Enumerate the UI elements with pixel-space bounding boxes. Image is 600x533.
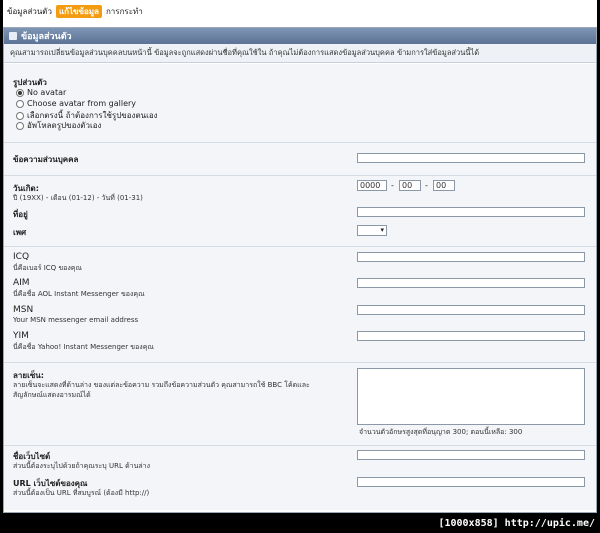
profile-icon — [9, 32, 17, 40]
signature-counter: จำนวนตัวอักษรสูงสุดที่อนุญาต 300; ตอนนี้… — [359, 428, 523, 436]
yim-hint: นี่คือชื่อ Yahoo! Instant Messenger ของค… — [13, 343, 154, 351]
date-separator: - — [425, 181, 428, 190]
messenger-section: ICQ นี่คือเบอร์ ICQ ของคุณ AIM นี่คือชื่… — [4, 247, 596, 363]
signature-textarea[interactable] — [357, 368, 585, 425]
gender-select[interactable]: ▾ — [357, 225, 387, 236]
panel-header: ข้อมูลส่วนตัว — [4, 28, 596, 44]
intro-text: คุณสามารถเปลี่ยนข้อมูลส่วนบุคคลบนหน้านี้… — [4, 44, 596, 63]
image-host-watermark: [1000x858] http://upic.me/ — [438, 518, 595, 529]
date-separator: - — [391, 181, 394, 190]
signature-hint-2: สัญลักษณ์แสดงอารมณ์ได้ — [13, 391, 91, 399]
nav-edit-profile[interactable]: แก้ไขข้อมูล — [55, 5, 102, 18]
birthday-hint: ปี (19XX) - เดือน (01-12) - วันที่ (01-3… — [13, 194, 143, 202]
profile-panel: ข้อมูลส่วนตัว คุณสามารถเปลี่ยนข้อมูลส่วน… — [3, 27, 597, 513]
website-title-input[interactable] — [357, 450, 585, 460]
location-input[interactable] — [357, 207, 585, 217]
aim-hint: นี่คือชื่อ AOL Instant Messenger ของคุณ — [13, 290, 145, 298]
radio-selected-icon — [16, 88, 24, 97]
msn-hint: Your MSN messenger email address — [13, 316, 139, 324]
avatar-option-none[interactable]: No avatar — [16, 88, 66, 97]
yim-input[interactable] — [357, 331, 585, 341]
personal-text-label: ข้อความส่วนบุคคล — [13, 155, 79, 164]
avatar-section: รูปส่วนตัว No avatar Choose avatar from … — [4, 64, 596, 143]
website-title-hint: ส่วนนี้ต้องระบุไปด้วยถ้าคุณระบุ URL ด้าน… — [13, 462, 150, 470]
radio-icon — [16, 121, 24, 130]
website-section: ชื่อเว็บไซต์ ส่วนนี้ต้องระบุไปด้วยถ้าคุณ… — [4, 446, 596, 510]
birth-month-input[interactable]: 00 — [399, 180, 421, 191]
website-url-input[interactable] — [357, 477, 585, 487]
icq-hint: นี่คือเบอร์ ICQ ของคุณ — [13, 264, 82, 272]
birth-year-input[interactable]: 0000 — [357, 180, 387, 191]
avatar-option-upload[interactable]: อัพโหลดรูปของตัวเอง — [16, 119, 101, 132]
nav-profile[interactable]: ข้อมูลส่วนตัว — [7, 5, 52, 18]
yim-label: YIM — [13, 331, 29, 341]
nav-actions[interactable]: การกระทำ — [106, 5, 143, 18]
msn-label: MSN — [13, 305, 34, 315]
avatar-option-gallery[interactable]: Choose avatar from gallery — [16, 99, 136, 108]
location-label: ที่อยู่ — [13, 210, 28, 219]
birthday-section: วันเกิด: ปี (19XX) - เดือน (01-12) - วัน… — [4, 176, 596, 247]
aim-input[interactable] — [357, 278, 585, 288]
aim-label: AIM — [13, 278, 30, 288]
radio-icon — [16, 99, 24, 108]
msn-input[interactable] — [357, 305, 585, 315]
top-nav: ข้อมูลส่วนตัว แก้ไขข้อมูล การกระทำ — [7, 5, 147, 18]
page: ข้อมูลส่วนตัว แก้ไขข้อมูล การกระทำ ข้อมู… — [3, 0, 597, 513]
personal-text-input[interactable] — [357, 153, 585, 163]
icq-label: ICQ — [13, 252, 30, 262]
panel-title: ข้อมูลส่วนตัว — [21, 32, 72, 42]
icq-input[interactable] — [357, 252, 585, 262]
birth-day-input[interactable]: 00 — [433, 180, 455, 191]
website-url-hint: ส่วนนี้ต้องเป็น URL ที่สมบูรณ์ (ต้องมี h… — [13, 489, 150, 497]
gender-label: เพศ — [13, 228, 27, 237]
personal-text-section: ข้อความส่วนบุคคล — [4, 143, 596, 176]
